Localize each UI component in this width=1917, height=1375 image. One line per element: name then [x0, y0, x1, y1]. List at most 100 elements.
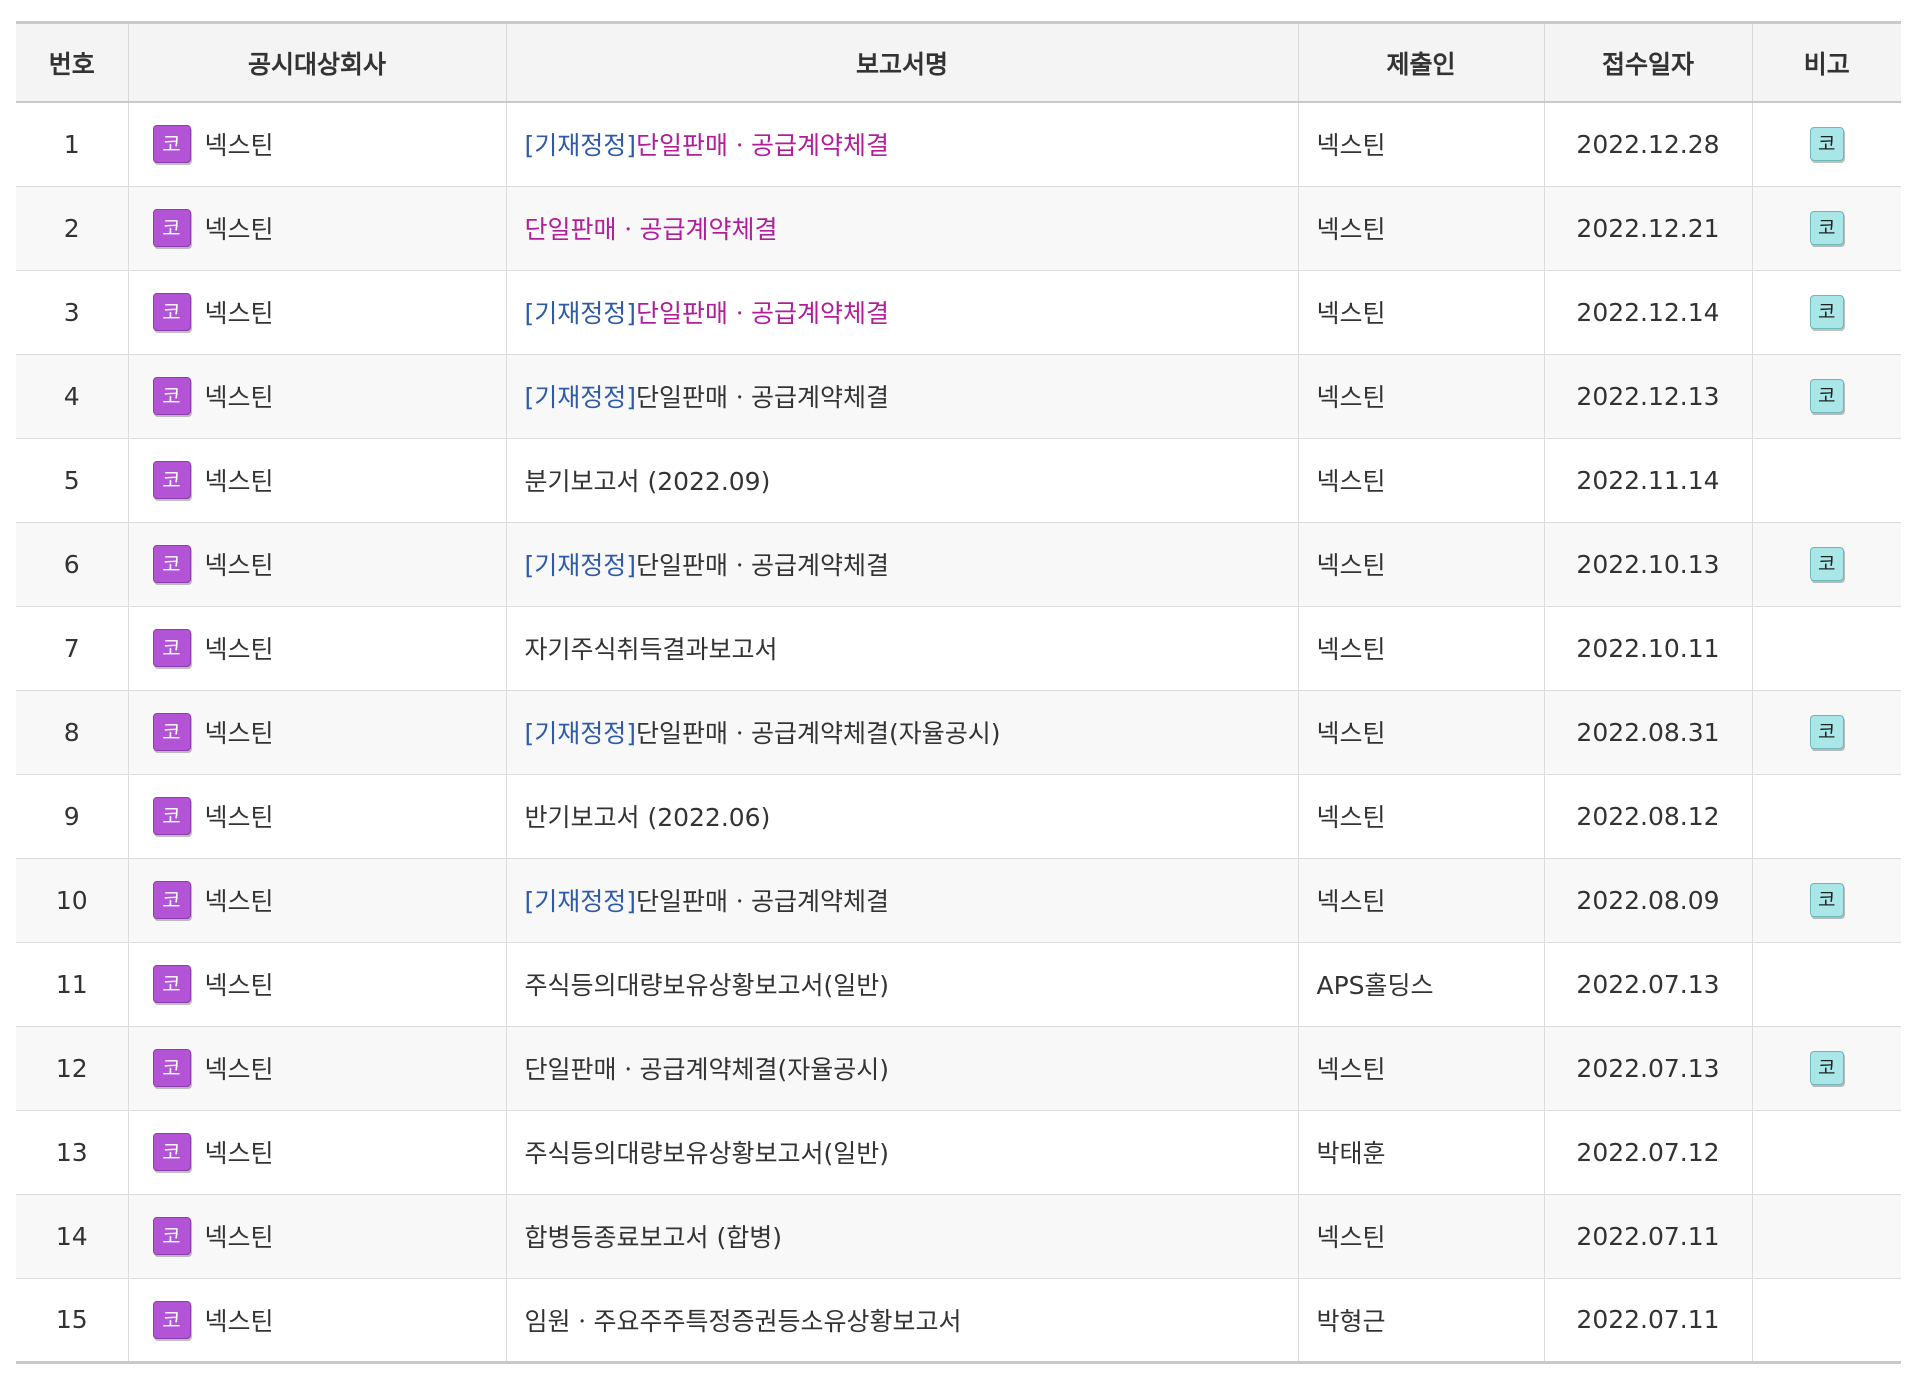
submitter: 넥스틴: [1297, 1026, 1544, 1111]
company-cell: 코 넥스틴: [127, 270, 506, 355]
company-cell: 코 넥스틴: [127, 438, 506, 523]
table-row: 2 코 넥스틴 단일판매ㆍ공급계약체결 넥스틴 2022.12.21 코: [16, 186, 1901, 271]
report-correction-prefix: [기재정정]: [524, 719, 637, 748]
row-number: 9: [16, 774, 128, 859]
company-name-link[interactable]: 넥스틴: [205, 1223, 274, 1252]
company-cell: 코 넥스틴: [127, 1026, 506, 1111]
company-cell: 코 넥스틴: [127, 774, 506, 859]
company-name-link[interactable]: 넥스틴: [205, 971, 274, 1000]
submitter: 넥스틴: [1297, 354, 1544, 439]
company-name-link[interactable]: 넥스틴: [205, 467, 274, 496]
kosdaq-market-badge-icon: 코: [152, 377, 191, 415]
kosdaq-note-badge-icon[interactable]: 코: [1809, 547, 1844, 581]
submitter: 넥스틴: [1297, 1194, 1544, 1279]
table-row: 12 코 넥스틴 단일판매ㆍ공급계약체결(자율공시) 넥스틴 2022.07.13 코: [16, 1026, 1901, 1111]
table-header-row: 번호 공시대상회사 보고서명 제출인 접수일자 비고: [16, 21, 1901, 103]
report-name-link[interactable]: 분기보고서 (2022.09): [505, 438, 1298, 523]
report-name-link[interactable]: [기재정정]단일판매ㆍ공급계약체결: [505, 102, 1298, 187]
report-name-link[interactable]: 단일판매ㆍ공급계약체결(자율공시): [505, 1026, 1298, 1111]
kosdaq-note-badge-icon[interactable]: 코: [1809, 379, 1844, 413]
kosdaq-note-badge-icon[interactable]: 코: [1809, 715, 1844, 749]
report-title: 단일판매ㆍ공급계약체결: [524, 215, 778, 244]
report-title: 단일판매ㆍ공급계약체결: [636, 383, 890, 412]
note-cell: [1751, 942, 1901, 1027]
company-cell: 코 넥스틴: [127, 606, 506, 691]
note-cell: 코: [1751, 522, 1901, 607]
report-title: 단일판매ㆍ공급계약체결: [636, 887, 890, 916]
receipt-date: 2022.07.12: [1543, 1110, 1752, 1195]
receipt-date: 2022.08.09: [1543, 858, 1752, 943]
company-name-link[interactable]: 넥스틴: [205, 383, 274, 412]
table-row: 6 코 넥스틴 [기재정정]단일판매ㆍ공급계약체결 넥스틴 2022.10.13 코: [16, 522, 1901, 607]
kosdaq-note-badge-icon[interactable]: 코: [1809, 295, 1844, 329]
report-name-link[interactable]: [기재정정]단일판매ㆍ공급계약체결: [505, 270, 1298, 355]
table-row: 8 코 넥스틴 [기재정정]단일판매ㆍ공급계약체결(자율공시) 넥스틴 2022.08.3…: [16, 690, 1901, 775]
note-cell: [1751, 1110, 1901, 1195]
note-cell: 코: [1751, 354, 1901, 439]
report-name-link[interactable]: [기재정정]단일판매ㆍ공급계약체결(자율공시): [505, 690, 1298, 775]
company-name-link[interactable]: 넥스틴: [205, 1307, 274, 1336]
report-name-link[interactable]: 단일판매ㆍ공급계약체결: [505, 186, 1298, 271]
row-number: 15: [16, 1278, 128, 1364]
kosdaq-note-badge-icon[interactable]: 코: [1809, 883, 1844, 917]
submitter: 넥스틴: [1297, 858, 1544, 943]
receipt-date: 2022.08.12: [1543, 774, 1752, 859]
company-name-link[interactable]: 넥스틴: [205, 719, 274, 748]
row-number: 10: [16, 858, 128, 943]
report-title: 단일판매ㆍ공급계약체결: [636, 299, 890, 328]
table-row: 3 코 넥스틴 [기재정정]단일판매ㆍ공급계약체결 넥스틴 2022.12.14 코: [16, 270, 1901, 355]
report-name-link[interactable]: 합병등종료보고서 (합병): [505, 1194, 1298, 1279]
report-title: 분기보고서 (2022.09): [524, 467, 771, 496]
kosdaq-market-badge-icon: 코: [152, 545, 191, 583]
kosdaq-note-badge-icon[interactable]: 코: [1809, 1051, 1844, 1085]
report-name-link[interactable]: 주식등의대량보유상황보고서(일반): [505, 1110, 1298, 1195]
report-name-link[interactable]: [기재정정]단일판매ㆍ공급계약체결: [505, 354, 1298, 439]
row-number: 2: [16, 186, 128, 271]
company-name-link[interactable]: 넥스틴: [205, 887, 274, 916]
disclosure-table-container: 번호 공시대상회사 보고서명 제출인 접수일자 비고 1 코 넥스틴 [기재정정]단일…: [16, 21, 1901, 1364]
receipt-date: 2022.12.13: [1543, 354, 1752, 439]
submitter: 넥스틴: [1297, 606, 1544, 691]
report-name-link[interactable]: [기재정정]단일판매ㆍ공급계약체결: [505, 522, 1298, 607]
report-title: 단일판매ㆍ공급계약체결(자율공시): [524, 1055, 890, 1084]
report-name-link[interactable]: 임원ㆍ주요주주특정증권등소유상황보고서: [505, 1278, 1298, 1364]
note-cell: [1751, 606, 1901, 691]
submitter: 넥스틴: [1297, 774, 1544, 859]
note-cell: 코: [1751, 270, 1901, 355]
company-cell: 코 넥스틴: [127, 1278, 506, 1364]
receipt-date: 2022.07.13: [1543, 1026, 1752, 1111]
kosdaq-market-badge-icon: 코: [152, 797, 191, 835]
report-title: 합병등종료보고서 (합병): [524, 1223, 782, 1252]
row-number: 6: [16, 522, 128, 607]
kosdaq-note-badge-icon[interactable]: 코: [1809, 127, 1844, 162]
company-name-link[interactable]: 넥스틴: [205, 1055, 274, 1084]
row-number: 5: [16, 438, 128, 523]
report-name-link[interactable]: 주식등의대량보유상황보고서(일반): [505, 942, 1298, 1027]
disclosure-table: 번호 공시대상회사 보고서명 제출인 접수일자 비고 1 코 넥스틴 [기재정정]단일…: [16, 21, 1901, 1364]
company-name-link[interactable]: 넥스틴: [205, 551, 274, 580]
row-number: 12: [16, 1026, 128, 1111]
report-name-link[interactable]: [기재정정]단일판매ㆍ공급계약체결: [505, 858, 1298, 943]
company-name-link[interactable]: 넥스틴: [205, 299, 274, 328]
company-name-link[interactable]: 넥스틴: [205, 1139, 274, 1168]
report-correction-prefix: [기재정정]: [524, 551, 637, 580]
company-name-link[interactable]: 넥스틴: [205, 131, 274, 160]
company-name-link[interactable]: 넥스틴: [205, 635, 274, 664]
report-name-link[interactable]: 반기보고서 (2022.06): [505, 774, 1298, 859]
note-cell: [1751, 438, 1901, 523]
note-cell: [1751, 1194, 1901, 1279]
header-date: 접수일자: [1543, 21, 1752, 103]
report-name-link[interactable]: 자기주식취득결과보고서: [505, 606, 1298, 691]
report-correction-prefix: [기재정정]: [524, 383, 637, 412]
company-name-link[interactable]: 넥스틴: [205, 215, 274, 244]
company-cell: 코 넥스틴: [127, 354, 506, 439]
submitter: 넥스틴: [1297, 522, 1544, 607]
kosdaq-note-badge-icon[interactable]: 코: [1809, 211, 1844, 245]
submitter: 넥스틴: [1297, 270, 1544, 355]
kosdaq-market-badge-icon: 코: [152, 1217, 191, 1255]
report-correction-prefix: [기재정정]: [524, 131, 637, 161]
receipt-date: 2022.12.21: [1543, 186, 1752, 271]
row-number: 13: [16, 1110, 128, 1195]
table-row: 5 코 넥스틴 분기보고서 (2022.09) 넥스틴 2022.11.14: [16, 438, 1901, 523]
company-name-link[interactable]: 넥스틴: [205, 803, 274, 832]
